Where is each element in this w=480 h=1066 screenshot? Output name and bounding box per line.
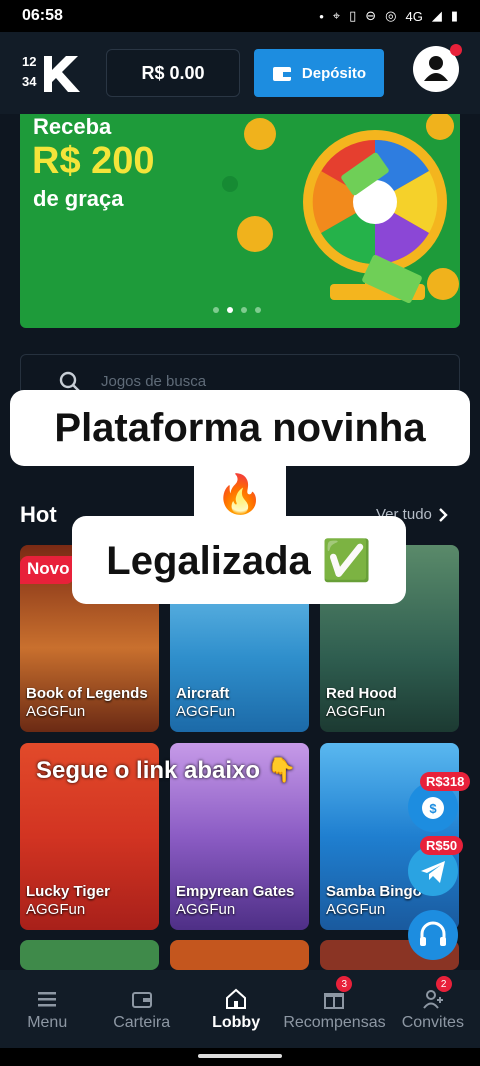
carousel-dot[interactable] <box>213 307 219 313</box>
wallet-icon <box>131 991 152 1008</box>
nav-badge: 2 <box>435 976 452 992</box>
carousel-dots <box>213 307 261 313</box>
game-title: Book of Legends <box>26 685 148 702</box>
nav-item-lobby[interactable]: Lobby <box>189 970 283 1048</box>
app-header: 12 34 R$ 0.00 Depósito <box>0 32 480 114</box>
home-indicator[interactable] <box>198 1054 282 1058</box>
nav-label: Menu <box>27 1013 68 1031</box>
deposit-label: Depósito <box>301 64 367 82</box>
section-title-hot: Hot <box>20 502 57 527</box>
game-card[interactable] <box>170 940 309 970</box>
game-title: Empyrean Gates <box>176 883 295 900</box>
status-time: 06:58 <box>22 7 63 24</box>
overlay-caption-1: Plataforma novinha <box>10 390 470 466</box>
promo-banner[interactable]: Receba R$ 200 de graça <box>20 114 460 328</box>
hotspot-icon: ◎ <box>385 8 397 23</box>
balance-display[interactable]: R$ 0.00 <box>106 49 240 97</box>
logo-icon[interactable]: 12 34 <box>20 52 84 94</box>
nav-label: Carteira <box>113 1013 171 1031</box>
nav-label: Recompensas <box>283 1013 386 1031</box>
pointing-down-emoji: 👇 <box>266 757 297 784</box>
nav-item-menu[interactable]: Menu <box>0 970 94 1048</box>
status-bar: 06:58 • ⌖ ▯ ⊖ ◎ 4G ◢ ▮ <box>0 0 480 32</box>
game-provider: AGGFun <box>26 703 86 720</box>
location-icon: ⌖ <box>332 8 341 23</box>
game-card[interactable] <box>20 940 159 970</box>
nav-label: Convites <box>401 1013 464 1031</box>
game-title: Red Hood <box>326 685 397 702</box>
battery-icon: ▮ <box>450 8 458 23</box>
svg-text:12: 12 <box>22 54 36 69</box>
nav-item-convites[interactable]: Convites 2 <box>386 970 480 1048</box>
telegram-amount-badge: R$50 <box>420 836 464 855</box>
reward-amount-badge: R$318 <box>420 772 471 791</box>
nav-label: Lobby <box>212 1013 261 1031</box>
svg-text:34: 34 <box>22 74 37 89</box>
chevron-right-icon <box>439 507 448 522</box>
carousel-dot[interactable] <box>241 307 247 313</box>
game-provider: AGGFun <box>176 703 236 720</box>
gesture-bar <box>0 1048 480 1066</box>
overlay-caption-3-text: Segue o link abaixo <box>36 757 261 784</box>
overlay-caption-3: Segue o link abaixo 👇 <box>36 756 297 785</box>
headset-icon <box>420 921 446 946</box>
carousel-dot[interactable] <box>255 307 261 313</box>
network-label: 4G <box>405 8 423 24</box>
nav-item-carteira[interactable]: Carteira <box>94 970 188 1048</box>
carousel-dot-active[interactable] <box>227 307 233 313</box>
game-provider: AGGFun <box>326 703 386 720</box>
bottom-nav: Menu Carteira Lobby Recompensas 3 Convit… <box>0 970 480 1048</box>
wallet-icon <box>272 67 291 81</box>
game-provider: AGGFun <box>176 901 236 918</box>
nav-badge: 3 <box>336 976 353 992</box>
banner-line3: de graça <box>33 186 124 211</box>
home-icon <box>226 988 247 1009</box>
banner-line1: Receba <box>33 114 112 139</box>
menu-icon <box>38 991 57 1006</box>
game-title: Lucky Tiger <box>26 883 110 900</box>
deposit-button[interactable]: Depósito <box>254 49 384 97</box>
search-placeholder: Jogos de busca <box>101 373 207 390</box>
banner-amount: R$ 200 <box>32 140 155 182</box>
signal-icon: ◢ <box>431 8 442 23</box>
vibrate-icon: ▯ <box>349 8 357 23</box>
prize-wheel-icon <box>222 114 459 304</box>
overlay-caption-2: Legalizada ✅ <box>72 516 406 604</box>
nav-item-recompensas[interactable]: Recompensas 3 <box>283 970 386 1048</box>
game-title: Aircraft <box>176 685 230 702</box>
game-provider: AGGFun <box>26 901 86 918</box>
app-screen: 06:58 • ⌖ ▯ ⊖ ◎ 4G ◢ ▮ 12 34 R$ 0.00 Dep… <box>0 0 480 1066</box>
notification-dot <box>450 44 462 56</box>
status-icons: • ⌖ ▯ ⊖ ◎ 4G ◢ ▮ <box>319 8 458 24</box>
support-button[interactable] <box>408 910 458 960</box>
dot-icon: • <box>319 8 324 24</box>
svg-text:$: $ <box>429 801 437 816</box>
dnd-icon: ⊖ <box>365 8 377 23</box>
game-provider: AGGFun <box>326 901 386 918</box>
new-badge: Novo <box>20 556 74 584</box>
